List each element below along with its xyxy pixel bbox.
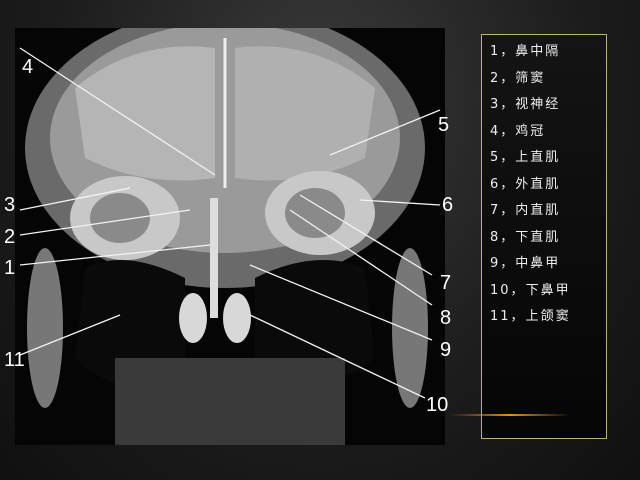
pointer-line-11 [19,314,121,356]
marker-4: 4 [22,56,34,78]
legend-item: 6，外直肌 [490,176,561,192]
marker-1: 1 [4,257,16,279]
pointer-line-3 [19,187,131,211]
pointer-line-5 [329,109,441,156]
legend-item: 11，上颌窦 [490,309,571,324]
legend-item: 5，上直肌 [490,150,561,165]
pointer-line-6 [359,199,441,206]
pointer-line-9 [249,264,433,341]
marker-5: 5 [438,114,450,136]
legend-item: 3，视神经 [490,97,561,112]
marker-9: 9 [440,339,452,361]
legend-item: 9，中鼻甲 [490,256,561,271]
marker-10: 10 [426,394,449,416]
pointer-line-2 [19,209,191,236]
marker-7: 7 [440,272,452,294]
legend-item: 1，鼻中隔 [490,44,561,59]
pointer-line-4 [19,47,216,176]
marker-11: 11 [4,349,25,371]
decorative-glow-line [450,414,570,416]
legend-item: 10，下鼻甲 [490,282,571,298]
legend-item: 2，筛窦 [490,70,546,86]
marker-8: 8 [440,307,452,329]
legend-item: 8，下直肌 [490,229,561,245]
marker-2: 2 [4,226,16,248]
legend-panel: 1，鼻中隔 2，筛窦 3，视神经 4，鸡冠 5，上直肌 6，外直肌 7，内直肌 … [481,34,607,439]
marker-6: 6 [442,194,454,216]
legend-item: 7，内直肌 [490,203,561,218]
pointer-line-10 [249,314,426,399]
pointer-line-7 [299,194,433,276]
legend-item: 4，鸡冠 [490,123,546,139]
pointer-line-1 [19,244,211,266]
marker-3: 3 [4,194,16,216]
